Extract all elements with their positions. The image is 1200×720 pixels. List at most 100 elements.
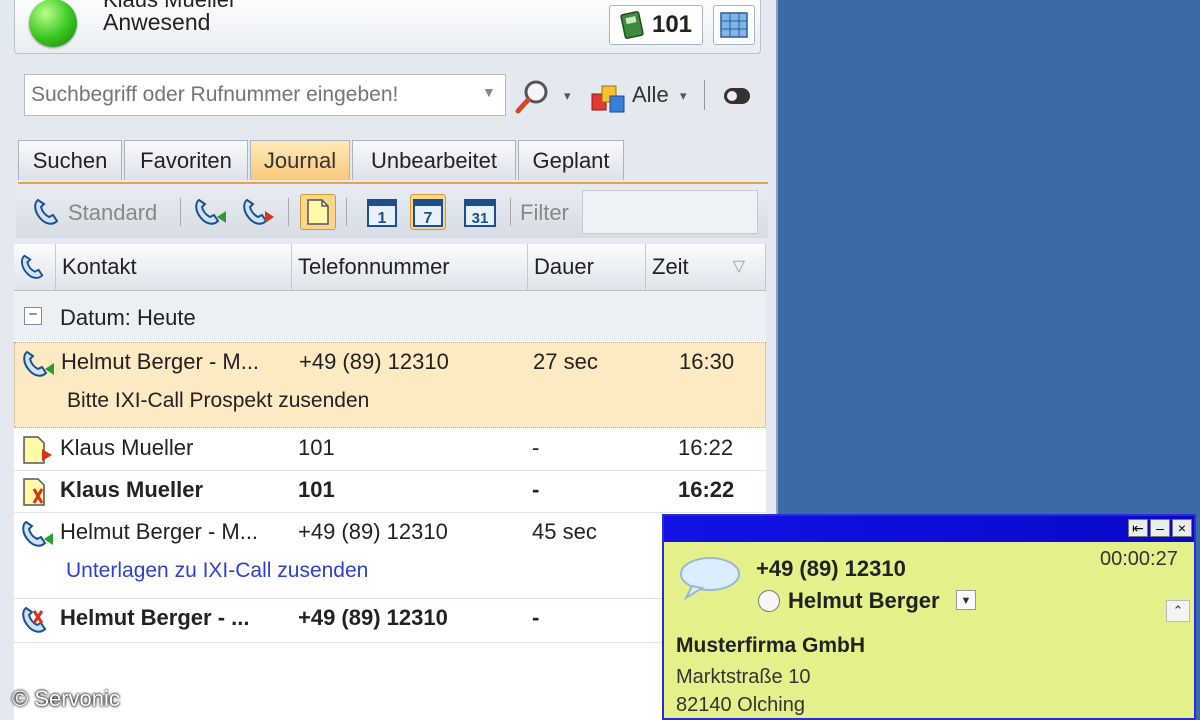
svg-text:31: 31 <box>472 210 489 227</box>
row-phone: 101 <box>298 477 335 502</box>
phone-column-header[interactable] <box>14 244 56 290</box>
chevron-down-icon[interactable]: ▼ <box>482 84 496 100</box>
group-header[interactable]: − Datum: Heute <box>14 291 766 341</box>
row-note-link[interactable]: Unterlagen zu IXI-Call zusenden <box>66 559 368 583</box>
tab-suchen[interactable]: Suchen <box>18 140 122 180</box>
table-row[interactable]: Klaus Mueller 101 - 16:22 <box>14 429 766 471</box>
row-phone: 101 <box>298 435 335 460</box>
table-row[interactable]: Helmut Berger - ... +49 (89) 12310 - <box>14 599 766 643</box>
separator <box>346 198 347 226</box>
search-input[interactable] <box>24 74 506 116</box>
row-time: 16:30 <box>679 349 735 374</box>
outgoing-note-icon <box>23 436 52 464</box>
row-contact: Klaus Mueller <box>60 477 204 502</box>
column-time[interactable]: Zeit ▽ <box>646 244 766 290</box>
contact-dropdown[interactable]: ▼ <box>956 590 976 610</box>
phone-book-icon <box>620 11 644 39</box>
row-duration: 45 sec <box>532 519 597 544</box>
tab-bar: Suchen Favoriten Journal Unbearbeitet Ge… <box>18 138 768 184</box>
separator <box>510 198 511 226</box>
table-row[interactable]: Helmut Berger - M... +49 (89) 12310 45 s… <box>14 513 766 599</box>
row-contact: Klaus Mueller <box>60 435 194 460</box>
filter-label: Filter <box>520 200 569 225</box>
chevron-down-icon[interactable]: ▾ <box>680 88 687 104</box>
separator <box>180 198 181 226</box>
row-contact: Helmut Berger - M... <box>60 519 259 544</box>
extension-number: 101 <box>651 11 693 38</box>
extension-button[interactable]: 101 <box>609 5 703 45</box>
column-phone[interactable]: Telefonnummer <box>292 244 528 290</box>
row-note: Bitte IXI-Call Prospekt zusenden <box>67 389 370 412</box>
row-time: 16:22 <box>678 435 734 460</box>
missed-call-icon <box>22 606 47 633</box>
svg-text:7: 7 <box>424 210 433 227</box>
month-icon[interactable]: 31 <box>462 194 498 230</box>
user-header: Klaus Mueller Anwesend 101 <box>14 0 761 54</box>
expand-button[interactable]: ⌃ <box>1166 600 1190 622</box>
row-contact: Helmut Berger - M... <box>61 349 260 374</box>
missed-note-icon <box>23 478 45 506</box>
column-time-label: Zeit <box>652 254 689 279</box>
column-duration[interactable]: Dauer <box>528 244 646 290</box>
filter-input[interactable] <box>582 190 758 234</box>
chevron-down-icon[interactable]: ▾ <box>564 88 571 104</box>
svg-text:1: 1 <box>378 210 387 227</box>
grid-icon <box>720 12 748 38</box>
standard-button[interactable]: Standard <box>68 200 157 226</box>
contact-radio[interactable] <box>758 590 780 612</box>
note-icon[interactable] <box>300 194 336 230</box>
tab-geplant[interactable]: Geplant <box>518 140 624 180</box>
call-timer: 00:00:27 <box>1100 548 1178 570</box>
magnifier-icon[interactable] <box>514 78 552 116</box>
close-button[interactable]: × <box>1172 519 1192 537</box>
phone-standard-icon[interactable] <box>28 194 64 230</box>
phone-standard-icon <box>21 254 44 279</box>
column-header-row: Kontakt Telefonnummer Dauer Zeit ▽ <box>14 244 766 291</box>
search-row: ▼ ▾ Alle ▾ <box>18 72 768 122</box>
speech-bubble-icon <box>680 557 740 600</box>
incoming-call-icon <box>22 520 53 547</box>
group-label: Datum: Heute <box>60 305 196 330</box>
sort-icon: ▽ <box>732 258 745 275</box>
journal-toolbar: Standard 1 7 31 Filter <box>16 186 768 238</box>
tab-favoriten[interactable]: Favoriten <box>124 140 248 180</box>
scope-select[interactable]: Alle <box>632 82 669 108</box>
row-phone: +49 (89) 12310 <box>298 605 448 630</box>
cubes-icon[interactable] <box>590 82 628 114</box>
copyright-watermark: © Servonic <box>12 686 120 711</box>
week-icon[interactable]: 7 <box>410 194 446 230</box>
table-row[interactable]: Klaus Mueller 101 - 16:22 <box>14 471 766 513</box>
presence-icon[interactable] <box>29 0 77 47</box>
collapse-icon[interactable]: − <box>24 307 42 325</box>
row-duration: - <box>532 477 540 502</box>
minimize-button[interactable]: – <box>1150 519 1170 537</box>
caller-street: Marktstraße 10 <box>676 666 811 688</box>
separator <box>288 198 289 226</box>
incoming-call-icon <box>23 350 54 377</box>
user-status[interactable]: Anwesend <box>103 9 210 36</box>
row-duration: 27 sec <box>533 349 598 374</box>
journal-list: − Datum: Heute Helmut Berger - M... +49 … <box>14 291 766 720</box>
caller-city: 82140 Olching <box>676 694 805 716</box>
row-contact: Helmut Berger - ... <box>60 605 250 630</box>
outgoing-call-icon[interactable] <box>240 194 276 230</box>
table-row[interactable]: Helmut Berger - M... +49 (89) 12310 27 s… <box>14 342 766 428</box>
toggle-icon[interactable] <box>724 88 750 104</box>
caller-contact: Helmut Berger <box>788 588 940 613</box>
caller-company: Musterfirma GmbH <box>676 634 866 657</box>
day-icon[interactable]: 1 <box>364 194 400 230</box>
row-time: 16:22 <box>678 477 735 502</box>
popup-body: +49 (89) 12310 00:00:27 Helmut Berger ▼ … <box>664 542 1194 718</box>
caller-number: +49 (89) 12310 <box>756 556 906 581</box>
pin-button[interactable]: ⇤ <box>1128 519 1148 537</box>
popup-titlebar[interactable]: ⇤ – × <box>664 516 1194 542</box>
separator <box>704 80 705 110</box>
column-contact[interactable]: Kontakt <box>56 244 292 290</box>
tab-journal[interactable]: Journal <box>250 140 350 180</box>
tab-unbearbeitet[interactable]: Unbearbeitet <box>352 140 516 180</box>
row-phone: +49 (89) 12310 <box>298 519 448 544</box>
row-phone: +49 (89) 12310 <box>299 349 449 374</box>
call-popup: ⇤ – × +49 (89) 12310 00:00:27 Helmut Ber… <box>662 514 1196 720</box>
grid-button[interactable] <box>713 5 755 45</box>
incoming-call-icon[interactable] <box>192 194 228 230</box>
